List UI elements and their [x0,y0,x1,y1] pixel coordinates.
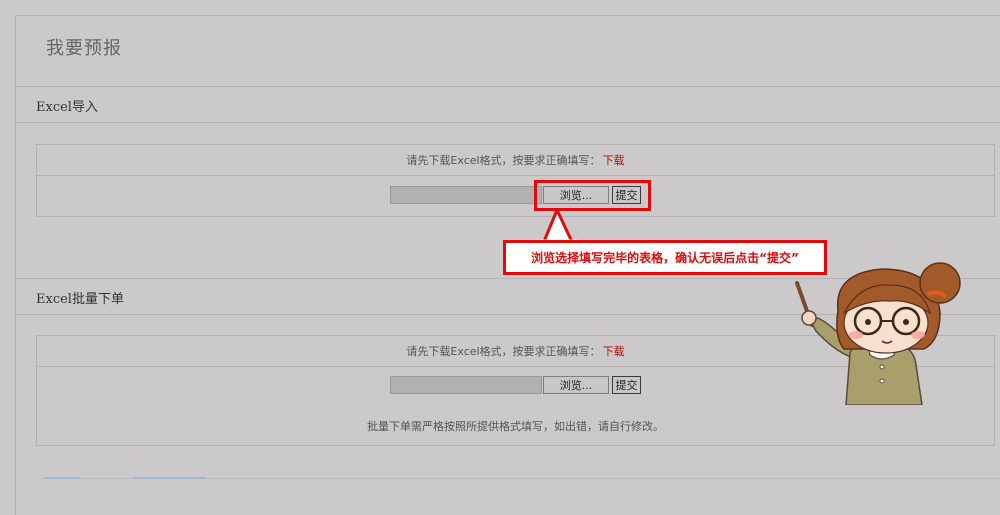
girl-with-pointer-illustration [795,262,961,405]
download-link[interactable]: 下载 [603,152,625,168]
page-title: 我要预报 [46,38,122,59]
file-path-input[interactable] [390,376,542,394]
section-title-excel-import: Excel导入 [36,100,98,115]
submit-button[interactable]: 提交 [612,376,641,394]
callout-tooltip: 浏览选择填写完毕的表格，确认无误后点击“提交” [503,240,827,275]
download-link[interactable]: 下载 [603,343,625,359]
download-hint-text: 请先下载Excel格式，按要求正确填写： [406,154,601,167]
download-hint-text: 请先下载Excel格式，按要求正确填写： [406,345,601,358]
download-hint-row: 请先下载Excel格式，按要求正确填写： 下载 [37,145,994,176]
file-upload-row: 浏览... 提交 [390,376,641,394]
scrollbar-hint [44,477,80,479]
browse-button[interactable]: 浏览... [543,376,609,394]
highlight-box [534,180,651,211]
file-path-input[interactable] [390,186,542,204]
callout-pointer [541,208,577,244]
callout-text: 浏览选择填写完毕的表格，确认无误后点击“提交” [531,251,799,265]
section-title-excel-batch: Excel批量下单 [36,292,124,307]
divider [15,86,1000,87]
batch-note-text: 批量下单需严格按照所提供格式填写，如出错，请自行修改。 [367,420,664,433]
scrollbar-hint [134,477,206,479]
excel-import-panel: 请先下载Excel格式，按要求正确填写： 下载 [36,144,995,217]
divider [15,122,1000,123]
